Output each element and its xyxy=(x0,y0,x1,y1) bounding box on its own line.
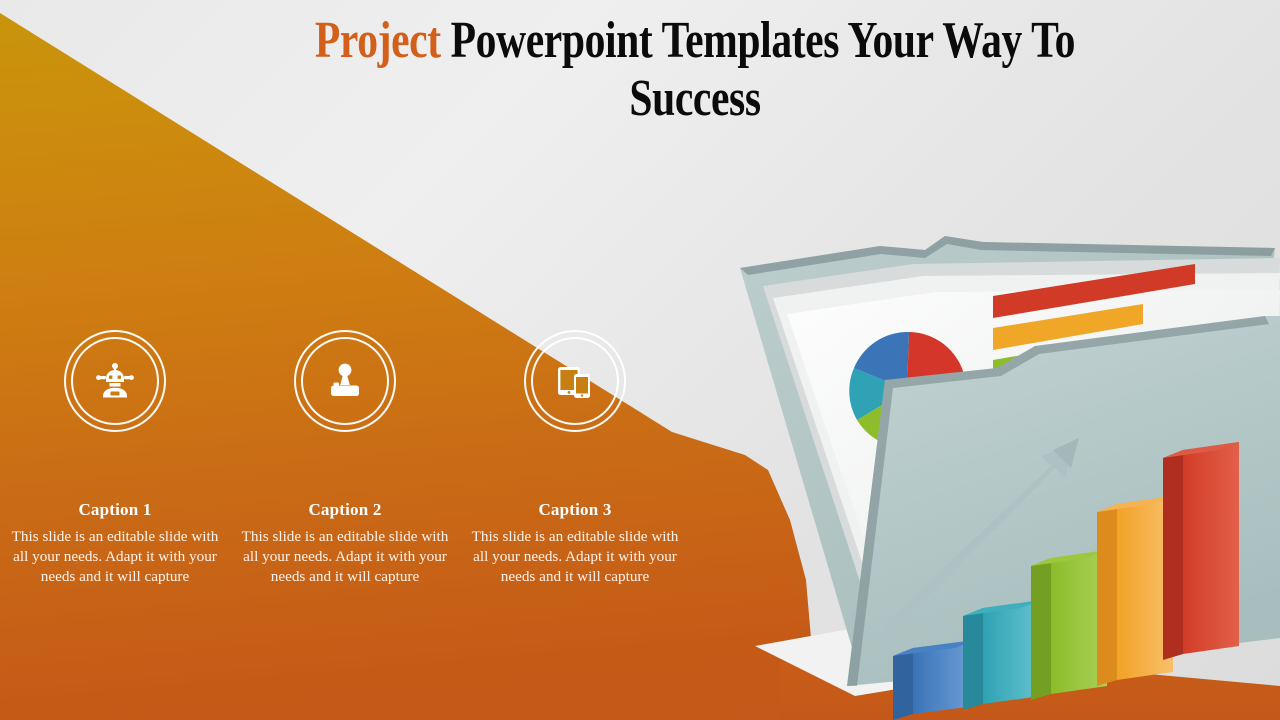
title-highlight-word: Project xyxy=(314,12,441,69)
icon-ring-outer-2[interactable] xyxy=(294,330,396,432)
icon-ring-inner-1 xyxy=(71,337,159,425)
bar-3d-2-teal xyxy=(963,600,1041,710)
robot-icon xyxy=(92,358,138,404)
slide-canvas: Project Powerpoint Templates Your Way To… xyxy=(0,0,1280,720)
page-title: Project Powerpoint Templates Your Way To… xyxy=(251,12,1139,128)
feature-column-2[interactable]: Caption 2 This slide is an editable slid… xyxy=(230,330,460,587)
bar-3d-3-green xyxy=(1031,550,1107,700)
bar-3d-1-blue xyxy=(893,640,975,720)
caption-title-1: Caption 1 xyxy=(78,500,152,519)
feature-column-1[interactable]: Caption 1 This slide is an editable slid… xyxy=(0,330,230,587)
caption-body-3: This slide is an editable slide with all… xyxy=(471,528,679,586)
icon-ring-inner-3 xyxy=(531,337,619,425)
devices-icon xyxy=(552,358,598,404)
joystick-icon xyxy=(322,358,368,404)
bar-3d-4-orange xyxy=(1097,496,1173,686)
feature-columns: Caption 1 This slide is an editable slid… xyxy=(0,330,690,587)
icon-ring-outer-1[interactable] xyxy=(64,330,166,432)
slide-title-block: Project Powerpoint Templates Your Way To… xyxy=(140,12,1250,128)
caption-body-2: This slide is an editable slide with all… xyxy=(241,528,449,586)
title-rest: Powerpoint Templates Your Way To Success xyxy=(440,12,1076,128)
bar-3d-5-red xyxy=(1163,442,1239,660)
caption-title-3: Caption 3 xyxy=(538,500,612,519)
caption-body-1: This slide is an editable slide with all… xyxy=(11,528,219,586)
folder-documents-charts-illustration xyxy=(735,228,1280,720)
icon-ring-outer-3[interactable] xyxy=(524,330,626,432)
feature-column-3[interactable]: Caption 3 This slide is an editable slid… xyxy=(460,330,690,587)
icon-ring-inner-2 xyxy=(301,337,389,425)
caption-title-2: Caption 2 xyxy=(308,500,382,519)
